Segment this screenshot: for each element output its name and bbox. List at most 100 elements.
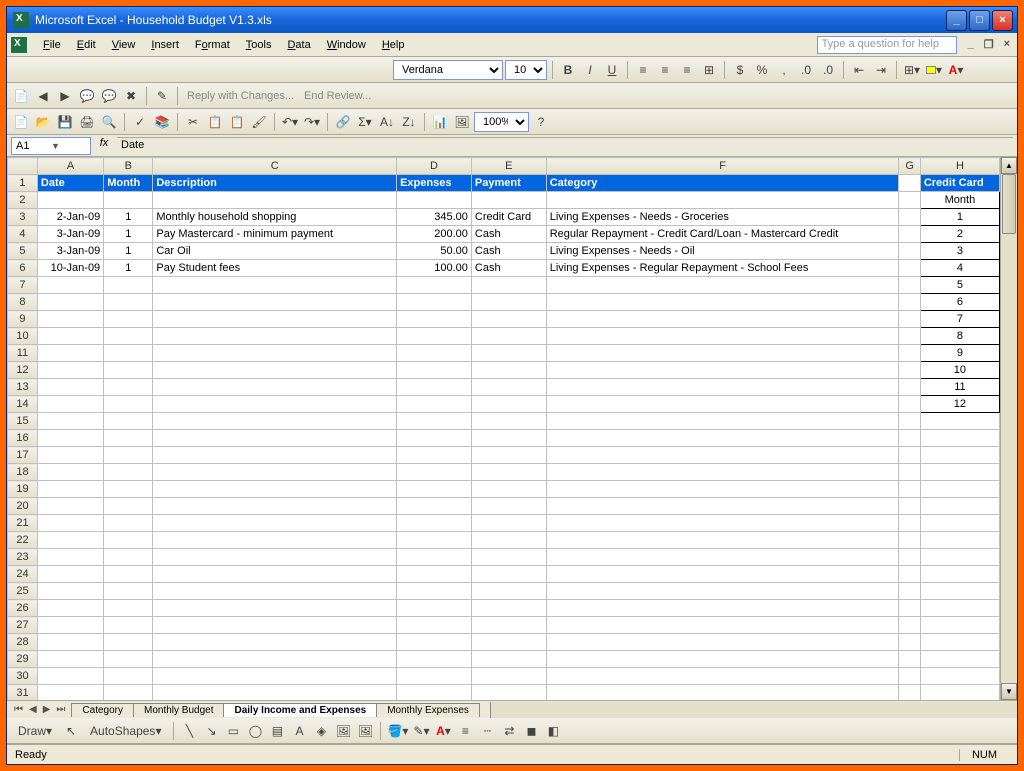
cell[interactable] [153,668,397,685]
cell[interactable] [397,413,472,430]
cell[interactable]: 9 [920,345,999,362]
row-header-3[interactable]: 3 [8,209,38,226]
cell[interactable] [397,617,472,634]
cell[interactable] [920,617,999,634]
cell[interactable] [546,583,899,600]
cell[interactable] [104,413,153,430]
cell[interactable] [899,634,920,651]
cell[interactable] [104,651,153,668]
cell[interactable] [153,549,397,566]
cell[interactable] [920,413,999,430]
format-painter-button[interactable]: 🖌 [249,112,269,132]
cell[interactable] [37,583,103,600]
cell[interactable] [899,481,920,498]
column-header-D[interactable]: D [397,158,472,175]
cell[interactable] [471,192,546,209]
print-button[interactable]: 🖨 [77,112,97,132]
cell[interactable] [37,277,103,294]
copy-button[interactable]: 📋 [205,112,225,132]
cell[interactable] [471,464,546,481]
cell[interactable] [471,430,546,447]
column-header-B[interactable]: B [104,158,153,175]
cell[interactable]: 7 [920,311,999,328]
cell[interactable] [397,430,472,447]
cell[interactable] [546,464,899,481]
cell[interactable] [546,430,899,447]
cell[interactable] [37,498,103,515]
cell[interactable] [37,345,103,362]
cell[interactable] [153,192,397,209]
fill-color-button[interactable]: ▾ [924,60,944,80]
cell[interactable] [899,413,920,430]
cell[interactable] [471,311,546,328]
cell[interactable] [104,515,153,532]
cell[interactable] [37,447,103,464]
cell[interactable] [104,277,153,294]
cell[interactable] [104,430,153,447]
cell[interactable] [104,311,153,328]
increase-indent-button[interactable]: ⇥ [871,60,891,80]
tab-last-button[interactable]: ⏭ [53,704,68,715]
cell[interactable]: Pay Student fees [153,260,397,277]
cell[interactable]: Category [546,175,899,192]
cell[interactable] [899,345,920,362]
cell[interactable] [397,379,472,396]
cell[interactable] [546,277,899,294]
cell[interactable] [471,532,546,549]
cell[interactable]: Cash [471,243,546,260]
cell[interactable]: 345.00 [397,209,472,226]
cell[interactable] [899,192,920,209]
column-header-E[interactable]: E [471,158,546,175]
menu-data[interactable]: Data [279,36,318,54]
cell[interactable] [153,447,397,464]
cell[interactable] [37,192,103,209]
currency-button[interactable]: $ [730,60,750,80]
cell[interactable] [37,515,103,532]
menu-view[interactable]: View [104,36,144,54]
cell[interactable] [471,515,546,532]
increase-decimal-button[interactable]: .0 [796,60,816,80]
cell[interactable]: 3-Jan-09 [37,243,103,260]
cell[interactable] [471,362,546,379]
cell[interactable] [546,549,899,566]
cell[interactable] [397,583,472,600]
row-header-31[interactable]: 31 [8,685,38,701]
zoom-select[interactable]: 100% [474,112,529,132]
cell[interactable] [397,532,472,549]
cell[interactable] [153,328,397,345]
cell[interactable] [397,362,472,379]
cell[interactable]: Regular Repayment - Credit Card/Loan - M… [546,226,899,243]
cell[interactable]: 1 [104,260,153,277]
column-header-C[interactable]: C [153,158,397,175]
cell[interactable] [37,362,103,379]
cell[interactable]: 50.00 [397,243,472,260]
doc-minimize-button[interactable]: _ [965,38,977,51]
cell[interactable] [471,668,546,685]
cell[interactable] [899,243,920,260]
cell[interactable] [899,226,920,243]
cell[interactable] [546,532,899,549]
cell[interactable] [397,600,472,617]
sort-asc-button[interactable]: A↓ [377,112,397,132]
cell[interactable] [546,498,899,515]
cell[interactable] [104,600,153,617]
cell[interactable] [397,498,472,515]
cell[interactable] [397,447,472,464]
line-style-button[interactable]: ≡ [455,721,475,741]
diagram-button[interactable]: ◈ [311,721,331,741]
cell[interactable] [920,498,999,515]
cell[interactable] [153,617,397,634]
cell[interactable] [397,328,472,345]
cell[interactable]: Cash [471,226,546,243]
cell[interactable] [397,294,472,311]
cell[interactable] [104,396,153,413]
row-header-7[interactable]: 7 [8,277,38,294]
cell[interactable] [546,685,899,701]
row-header-15[interactable]: 15 [8,413,38,430]
cell[interactable]: Month [104,175,153,192]
cell[interactable]: 10 [920,362,999,379]
cell[interactable]: Living Expenses - Regular Repayment - Sc… [546,260,899,277]
cell[interactable] [899,209,920,226]
cell[interactable] [397,481,472,498]
cell[interactable] [920,464,999,481]
